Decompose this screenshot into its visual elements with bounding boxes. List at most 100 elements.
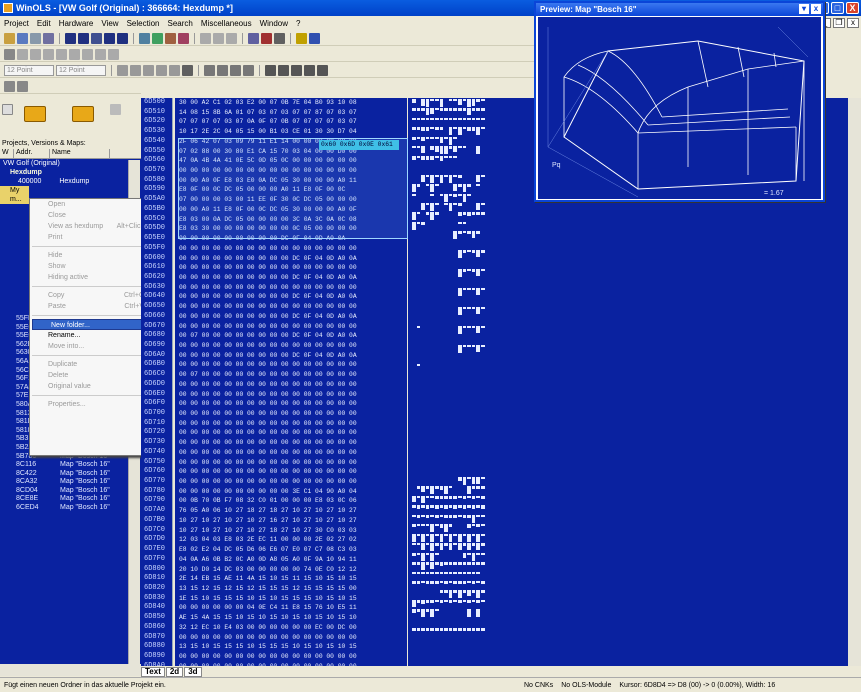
first-icon[interactable] <box>65 32 76 44</box>
hex-row[interactable]: 30 00 A2 C1 02 03 E2 00 07 0B 7E 04 B0 9… <box>175 98 407 108</box>
hex-row[interactable]: 07 07 07 07 03 07 0A 0F 07 0B 07 07 07 0… <box>175 117 407 127</box>
tab-3d[interactable]: 3d <box>184 666 202 677</box>
hex-row[interactable]: 00 00 00 00 00 00 00 00 00 00 DC 0F 04 0… <box>175 351 407 361</box>
hex-row[interactable]: 00 00 00 00 00 00 00 00 00 00 00 00 00 0… <box>175 341 407 351</box>
ctx-show[interactable]: Show <box>30 261 158 272</box>
plus-icon[interactable] <box>291 64 302 76</box>
hex-row[interactable]: 00 0B 70 0B F7 08 32 C0 01 00 00 00 E8 0… <box>175 496 407 506</box>
menu-help[interactable]: ? <box>292 19 304 28</box>
hex-row[interactable]: 10 27 10 27 10 27 10 27 18 27 10 27 30 C… <box>175 526 407 536</box>
ctx-rename[interactable]: Rename... <box>30 330 158 341</box>
hex-row[interactable]: 00 00 00 00 00 00 00 00 00 00 00 00 00 0… <box>175 409 407 419</box>
ctx-properties[interactable]: Properties... <box>30 399 158 410</box>
hex-row[interactable]: 00 00 00 00 00 00 00 00 00 00 DC 0F 04 0… <box>175 312 407 322</box>
bin-icon[interactable] <box>230 64 241 76</box>
map-list-item[interactable]: 6CED4 Map "Bosch 16" <box>0 504 128 513</box>
hex-row[interactable]: 2E 14 EB 15 AE 11 4A 15 10 15 11 15 10 1… <box>175 574 407 584</box>
hex-row[interactable]: 00 00 00 00 00 00 00 00 00 00 00 00 00 0… <box>175 302 407 312</box>
hex-row[interactable]: 00 00 00 00 00 00 00 00 00 00 3E C1 04 9… <box>175 487 407 497</box>
view-icon[interactable] <box>248 32 259 44</box>
format4-icon[interactable] <box>156 64 167 76</box>
menu-window[interactable]: Window <box>256 19 292 28</box>
ctx-delete[interactable]: Delete <box>30 370 158 381</box>
hex-row[interactable]: 00 00 00 00 00 00 00 00 00 00 00 00 00 0… <box>175 419 407 429</box>
hex-row[interactable]: 00 00 00 00 00 00 04 0E C4 11 E8 15 76 1… <box>175 603 407 613</box>
hex-row[interactable]: 14 08 15 8B 6A 01 07 03 07 03 07 07 87 0… <box>175 108 407 118</box>
back-icon[interactable] <box>78 32 89 44</box>
font-size-combo-a[interactable]: 12 Point <box>4 64 54 76</box>
hex-row[interactable]: E8 02 E2 04 DC 05 D6 06 E6 07 E0 07 C7 0… <box>175 545 407 555</box>
hex-row[interactable]: 00 00 00 00 00 00 00 00 00 00 00 00 00 0… <box>175 458 407 468</box>
hex-row[interactable]: 00 00 00 00 00 00 00 00 00 00 00 00 00 0… <box>175 244 407 254</box>
home-icon[interactable] <box>213 32 224 44</box>
col-addr[interactable]: Addr. <box>14 149 50 158</box>
list-icon[interactable] <box>139 32 150 44</box>
pause-icon[interactable] <box>91 32 102 44</box>
format2-icon[interactable] <box>130 64 141 76</box>
zoom1-icon[interactable] <box>17 48 28 60</box>
grid2-icon[interactable] <box>182 64 193 76</box>
help-icon[interactable] <box>309 32 320 44</box>
hex-row[interactable]: 32 12 EC 10 E4 03 00 00 00 00 00 00 EC 0… <box>175 623 407 633</box>
ctx-hide[interactable]: Hide <box>30 250 158 261</box>
format1-icon[interactable] <box>117 64 128 76</box>
hex-row[interactable]: 76 05 A0 06 10 27 18 27 18 27 10 27 10 2… <box>175 506 407 516</box>
new-project-icon[interactable] <box>2 104 13 115</box>
hex-row[interactable]: 00 07 00 00 00 00 00 00 00 00 00 00 00 0… <box>175 370 407 380</box>
maximize-button[interactable]: □ <box>831 2 844 14</box>
tools-icon[interactable] <box>110 104 121 115</box>
table-icon[interactable] <box>274 32 285 44</box>
ctx-open[interactable]: Open <box>30 199 158 210</box>
hex-row[interactable]: 1E 15 10 15 15 15 10 15 10 15 15 15 10 1… <box>175 594 407 604</box>
tree-group-hexdump[interactable]: Hexdump <box>0 168 141 177</box>
dropdown-icon[interactable] <box>17 80 28 92</box>
projects-horizontal-scrollbar[interactable] <box>0 664 141 676</box>
arrow-left-icon[interactable] <box>200 32 211 44</box>
col-name[interactable]: Name <box>50 149 110 158</box>
preview-3d-plot[interactable]: Pq = 1.67 <box>538 17 821 199</box>
close-button[interactable]: X <box>846 2 859 14</box>
tree-hexdump-row[interactable]: 400000 Hexdump <box>0 177 141 186</box>
tab-2d[interactable]: 2d <box>165 666 184 677</box>
ctx-original-value[interactable]: Original value <box>30 381 158 392</box>
hex-row[interactable]: 00 00 00 00 00 00 00 00 00 00 DC 0F 04 0… <box>175 254 407 264</box>
new-icon[interactable] <box>4 32 15 44</box>
tree-group-mymaps[interactable]: My m... <box>0 186 29 204</box>
hex-row[interactable]: 04 0A A6 0B B2 0C A0 0D A8 05 A0 0F 9A 1… <box>175 555 407 565</box>
preview-dropdown-button[interactable]: ▾ <box>799 4 809 14</box>
hex-row[interactable]: 00 00 00 00 00 00 00 00 00 00 00 00 00 0… <box>175 360 407 370</box>
hex-row[interactable]: 00 00 00 00 00 00 00 00 00 00 00 00 00 0… <box>175 633 407 643</box>
hex-row[interactable]: 13 15 12 15 12 15 12 15 15 15 12 15 15 1… <box>175 584 407 594</box>
hex-row[interactable]: 00 07 00 00 00 00 00 00 00 00 DC 0F 04 0… <box>175 331 407 341</box>
menu-edit[interactable]: Edit <box>33 19 55 28</box>
hex-row[interactable]: 00 00 00 00 00 00 00 00 00 00 00 00 00 0… <box>175 390 407 400</box>
hex-row[interactable]: 00 00 00 00 00 00 00 00 00 00 DC 0F 04 0… <box>175 292 407 302</box>
hex-row[interactable]: AE 15 4A 15 15 10 15 10 15 10 15 10 15 1… <box>175 613 407 623</box>
map-list-item[interactable]: 8C422 Map "Bosch 16" <box>0 470 128 479</box>
col-flag[interactable]: W <box>0 149 14 158</box>
format5-icon[interactable] <box>169 64 180 76</box>
menu-hardware[interactable]: Hardware <box>55 19 98 28</box>
map-list-item[interactable]: 8CD04 Map "Bosch 16" <box>0 487 128 496</box>
tab-text[interactable]: Text <box>141 666 165 677</box>
zoom3-icon[interactable] <box>43 48 54 60</box>
font-size-combo-b[interactable]: 12 Point <box>56 64 106 76</box>
menu-miscellaneous[interactable]: Miscellaneous <box>197 19 256 28</box>
last-icon[interactable] <box>117 32 128 44</box>
hex-row[interactable]: 00 00 00 00 00 00 00 00 00 00 DC 0F 04 0… <box>175 273 407 283</box>
menu-search[interactable]: Search <box>164 19 197 28</box>
hex-row[interactable]: 12 03 04 03 E8 03 2E EC 11 00 00 00 2E 0… <box>175 535 407 545</box>
map-list-item[interactable]: 8C116 Map "Bosch 16" <box>0 461 128 470</box>
hex-icon[interactable] <box>204 64 215 76</box>
ctx-view-hexdump[interactable]: View as hexdump Alt+Click <box>30 221 158 232</box>
zoom4-icon[interactable] <box>56 48 67 60</box>
minus-icon[interactable] <box>317 64 328 76</box>
zoom6-icon[interactable] <box>82 48 93 60</box>
delta-icon[interactable] <box>278 64 289 76</box>
save-icon[interactable] <box>30 32 41 44</box>
menu-selection[interactable]: Selection <box>123 19 164 28</box>
percent-icon[interactable] <box>265 64 276 76</box>
hex-row[interactable]: 00 00 00 00 00 00 00 00 00 00 00 00 00 0… <box>175 448 407 458</box>
hex-row[interactable]: 10 27 10 27 10 27 10 27 16 27 10 27 10 2… <box>175 516 407 526</box>
hex-row[interactable]: 00 00 00 00 00 00 00 00 00 00 00 00 00 0… <box>175 652 407 662</box>
